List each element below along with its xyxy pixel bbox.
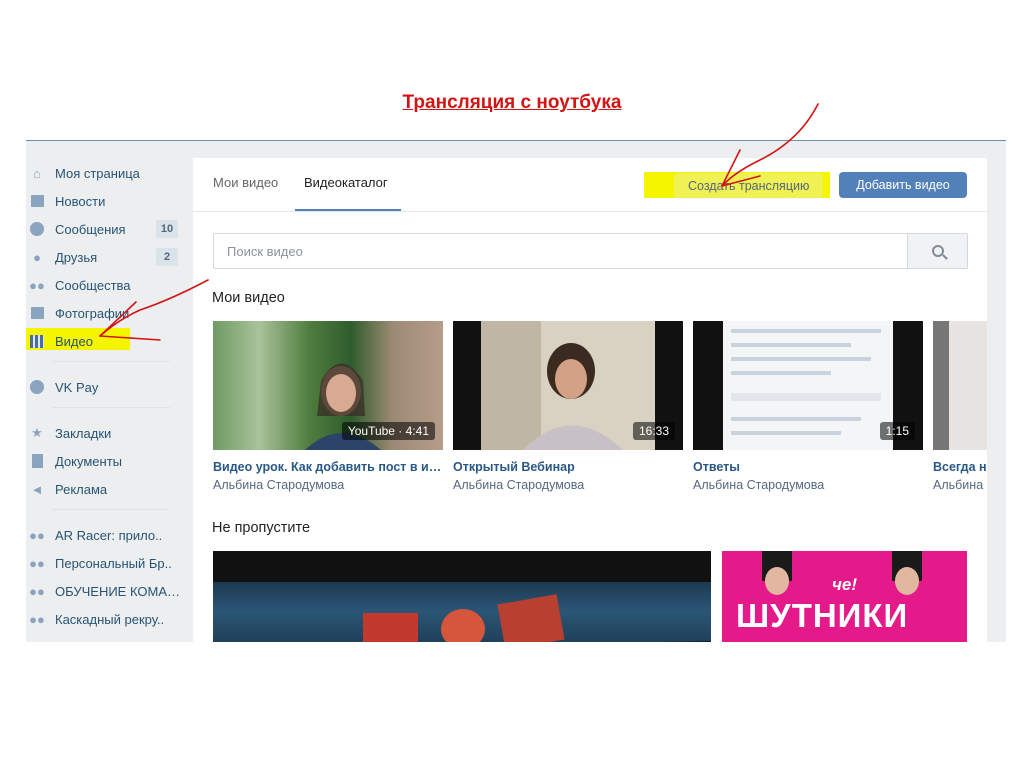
- promo-image: [363, 594, 711, 642]
- video-author[interactable]: Альбина Стародумова: [213, 478, 443, 492]
- group-icon: ●●: [29, 527, 45, 543]
- sidebar-item-label: Документы: [55, 453, 123, 469]
- news-icon: [28, 193, 46, 209]
- friends-count-badge: 2: [156, 248, 178, 266]
- sidebar-item-label: Закладки: [55, 425, 112, 441]
- megaphone-icon: ◄: [30, 481, 44, 497]
- add-video-button[interactable]: Добавить видео: [839, 172, 967, 198]
- sidebar-item-photos[interactable]: Фотографии: [26, 299, 186, 327]
- promo-show-thumbnail[interactable]: че! ШУТНИКИ: [722, 551, 967, 642]
- sidebar-item-my-page[interactable]: ⌂ Моя страница: [26, 159, 186, 187]
- video-main-panel: Мои видео Видеокаталог Создать трансляци…: [193, 158, 987, 642]
- messages-count-badge: 10: [156, 220, 178, 238]
- sidebar-item-friends[interactable]: ● Друзья 2: [26, 243, 186, 271]
- group-icon: ●●: [29, 555, 45, 571]
- sidebar-item-label: Фотографии: [55, 305, 130, 321]
- search-icon: [931, 245, 944, 257]
- star-icon: ★: [31, 425, 43, 440]
- group-icon: ●●: [29, 583, 45, 599]
- slide-title: Трансляция с ноутбука: [402, 92, 622, 113]
- sidebar-item-label: Моя страница: [55, 165, 140, 181]
- tab-video-catalog[interactable]: Видеокаталог: [304, 175, 388, 190]
- communities-icon: ●●: [29, 277, 45, 293]
- vk-pay-icon: [28, 379, 46, 395]
- promo-title: ШУТНИКИ: [736, 597, 909, 634]
- sidebar-item-label: AR Racer: прило..: [55, 527, 163, 543]
- messages-icon: [28, 221, 46, 237]
- video-tabs: Мои видео Видеокаталог Создать трансляци…: [193, 158, 987, 212]
- tab-my-videos[interactable]: Мои видео: [213, 175, 278, 190]
- video-title[interactable]: Открытый Вебинар: [453, 460, 683, 474]
- left-sidebar: ⌂ Моя страница Новости Сообщения 10 ● Др…: [26, 159, 186, 633]
- video-duration: 1:15: [879, 422, 915, 440]
- video-title[interactable]: Видео урок. Как добавить пост в инстагра…: [213, 460, 443, 474]
- video-title[interactable]: Ответы: [693, 460, 923, 474]
- sidebar-divider: [52, 407, 170, 408]
- video-thumbnail[interactable]: 16:33: [453, 321, 683, 450]
- search-placeholder: Поиск видео: [227, 244, 303, 259]
- active-tab-underline: [295, 209, 401, 211]
- video-duration: YouTube · 4:41: [341, 422, 435, 440]
- video-search-field[interactable]: Поиск видео: [213, 233, 968, 269]
- sidebar-item-news[interactable]: Новости: [26, 187, 186, 215]
- promo-subtitle: че!: [832, 575, 858, 594]
- sidebar-item-communities[interactable]: ●● Сообщества: [26, 271, 186, 299]
- sidebar-item-label: Персональный Бр..: [55, 555, 172, 571]
- camera-icon: [28, 305, 46, 321]
- sidebar-item-ads[interactable]: ◄ Реклама: [26, 475, 186, 503]
- sidebar-item-label: VK Pay: [55, 379, 99, 395]
- sidebar-item-group[interactable]: ●● ОБУЧЕНИЕ КОМАН...: [26, 577, 186, 605]
- sidebar-item-video[interactable]: Видео: [26, 327, 186, 355]
- sidebar-item-group[interactable]: ●● Персональный Бр..: [26, 549, 186, 577]
- document-icon: [28, 453, 46, 469]
- sidebar-item-group[interactable]: ●● Каскадный рекру..: [26, 605, 186, 633]
- sidebar-item-label: Сообщества: [55, 277, 131, 293]
- dont-miss-heading: Не пропустите: [212, 520, 311, 536]
- my-videos-heading: Мои видео: [212, 290, 285, 306]
- video-thumbnail[interactable]: YouTube · 4:41: [213, 321, 443, 450]
- sidebar-item-label: Новости: [55, 193, 106, 209]
- video-thumbnail[interactable]: [933, 321, 987, 450]
- group-icon: ●●: [29, 611, 45, 627]
- promo-video-thumbnail[interactable]: [213, 551, 711, 642]
- sidebar-divider: [52, 361, 170, 362]
- sidebar-item-documents[interactable]: Документы: [26, 447, 186, 475]
- video-author[interactable]: Альбина Стародумова: [453, 478, 683, 492]
- sidebar-item-label: Реклама: [55, 481, 108, 497]
- video-title[interactable]: Всегда на связи: [933, 460, 987, 474]
- video-duration: 16:33: [632, 422, 675, 440]
- video-icon: [28, 333, 46, 349]
- sidebar-item-label: ОБУЧЕНИЕ КОМАН...: [55, 583, 186, 599]
- sidebar-item-label: Каскадный рекру..: [55, 611, 165, 627]
- video-author[interactable]: Альбина Стародумова: [693, 478, 923, 492]
- sidebar-item-bookmarks[interactable]: ★ Закладки: [26, 419, 186, 447]
- sidebar-item-group[interactable]: ●● AR Racer: прило..: [26, 521, 186, 549]
- sidebar-item-vk-pay[interactable]: VK Pay: [26, 373, 186, 401]
- friends-icon: ●: [33, 249, 41, 265]
- home-icon: ⌂: [33, 165, 41, 181]
- sidebar-divider: [52, 509, 170, 510]
- sidebar-item-label: Видео: [55, 333, 93, 349]
- video-author[interactable]: Альбина Стародумова: [933, 478, 987, 492]
- video-thumbnail[interactable]: 1:15: [693, 321, 923, 450]
- create-stream-button[interactable]: Создать трансляцию: [674, 173, 824, 199]
- search-button[interactable]: [907, 234, 967, 268]
- vk-screenshot: ⌂ Моя страница Новости Сообщения 10 ● Др…: [26, 140, 1006, 642]
- sidebar-item-messages[interactable]: Сообщения 10: [26, 215, 186, 243]
